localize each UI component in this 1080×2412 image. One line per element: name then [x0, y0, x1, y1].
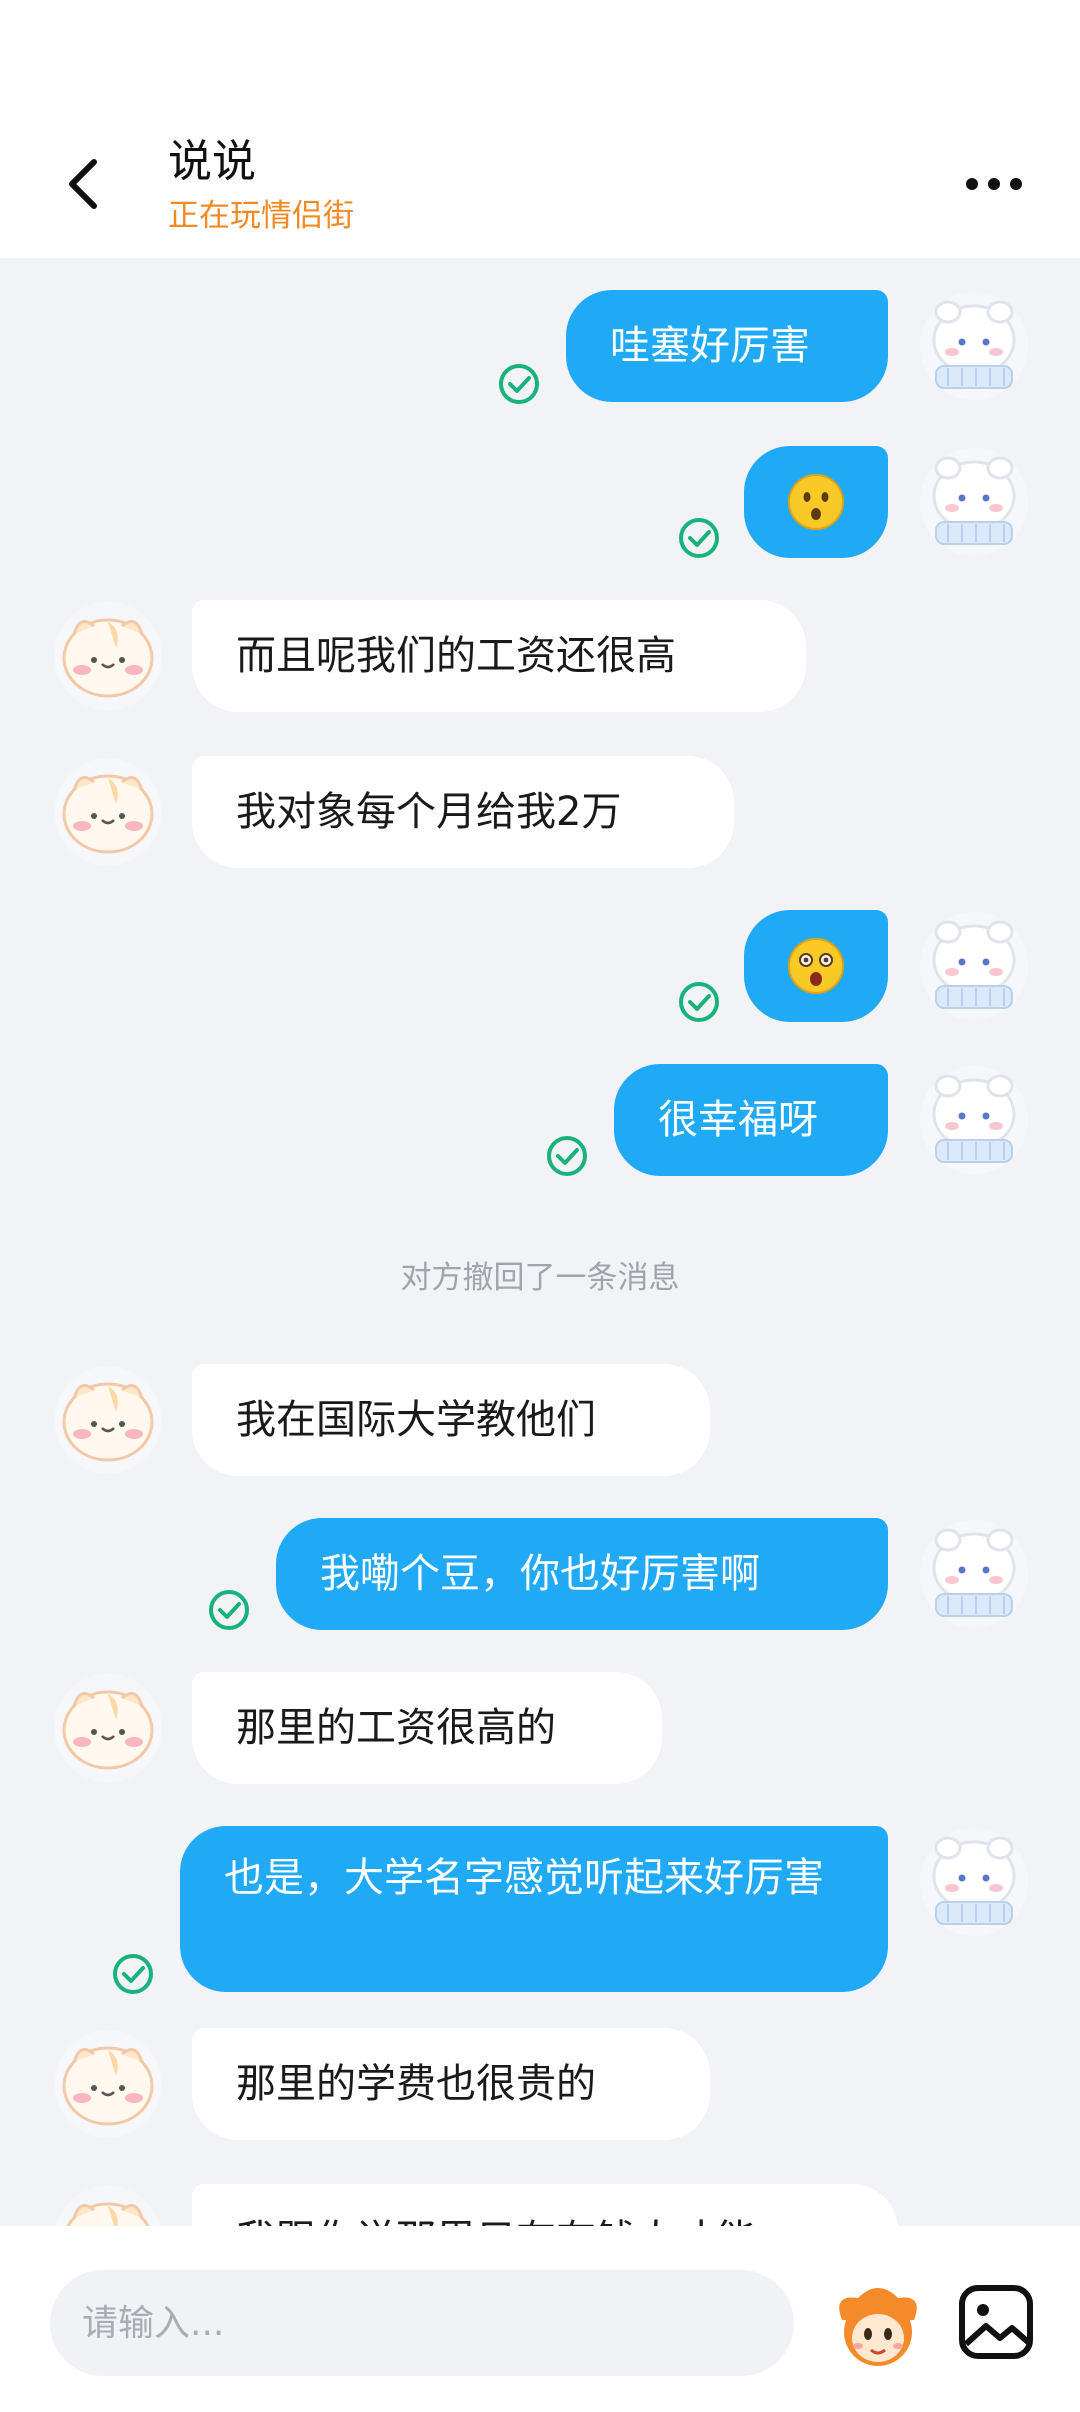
back-button[interactable] — [48, 148, 120, 220]
read-check-icon — [679, 982, 719, 1022]
my-avatar[interactable] — [918, 290, 1030, 402]
hushed-face-icon — [788, 474, 844, 530]
message-text: 也是，大学名字感觉听起来好厉害 — [224, 1855, 824, 1901]
received-message-bubble[interactable]: 而且呢我们的工资还很高 — [192, 600, 806, 712]
back-arrow-icon — [69, 159, 97, 209]
sent-message-bubble[interactable]: 也是，大学名字感觉听起来好厉害 — [180, 1826, 888, 1992]
contact-avatar[interactable] — [52, 600, 164, 712]
read-check-icon — [679, 518, 719, 558]
received-message-bubble[interactable]: 我跟你说那里只有有钱人才能 — [192, 2184, 898, 2226]
message-text: 很幸福呀 — [658, 1097, 818, 1143]
message-text: 那里的工资很高的 — [236, 1705, 556, 1751]
received-message-bubble[interactable]: 那里的工资很高的 — [192, 1672, 662, 1784]
received-message-bubble[interactable]: 我在国际大学教他们 — [192, 1364, 710, 1476]
read-check-icon — [209, 1590, 249, 1630]
my-avatar[interactable] — [918, 910, 1030, 1022]
message-text: 我嘞个豆，你也好厉害啊 — [320, 1551, 760, 1597]
received-message-bubble[interactable]: 我对象每个月给我2万 — [192, 756, 734, 868]
input-bar — [0, 2226, 1080, 2412]
more-dots-icon — [966, 178, 1022, 190]
mascot-sticker-icon[interactable] — [828, 2276, 928, 2376]
contact-avatar[interactable] — [52, 1364, 164, 1476]
my-avatar[interactable] — [918, 1518, 1030, 1630]
message-list[interactable]: 哇塞好厉害 而且呢我们的工资还很高 我对象每个月给我2万 很幸福呀 对方撤回了一… — [0, 258, 1080, 2226]
read-check-icon — [547, 1136, 587, 1176]
message-text: 我对象每个月给我2万 — [236, 789, 622, 835]
recall-notice: 对方撤回了一条消息 — [400, 1260, 680, 1296]
contact-avatar[interactable] — [52, 756, 164, 868]
contact-status: 正在玩情侣街 — [168, 198, 354, 234]
read-check-icon — [499, 364, 539, 404]
my-avatar[interactable] — [918, 1826, 1030, 1938]
contact-avatar[interactable] — [52, 1672, 164, 1784]
contact-avatar[interactable] — [52, 2184, 164, 2226]
sent-emoji-bubble[interactable] — [744, 446, 888, 558]
more-options-button[interactable] — [958, 160, 1030, 208]
message-text: 而且呢我们的工资还很高 — [236, 633, 676, 679]
sent-message-bubble[interactable]: 我嘞个豆，你也好厉害啊 — [276, 1518, 888, 1630]
read-check-icon — [113, 1954, 153, 1994]
sent-message-bubble[interactable]: 哇塞好厉害 — [566, 290, 888, 402]
image-picker-icon[interactable] — [956, 2282, 1036, 2362]
received-message-bubble[interactable]: 那里的学费也很贵的 — [192, 2028, 710, 2140]
message-input[interactable] — [50, 2270, 794, 2376]
sent-emoji-bubble[interactable] — [744, 910, 888, 1022]
contact-avatar[interactable] — [52, 2028, 164, 2140]
my-avatar[interactable] — [918, 446, 1030, 558]
message-text: 那里的学费也很贵的 — [236, 2061, 596, 2107]
chat-header: 说说 正在玩情侣街 — [0, 0, 1080, 258]
astonished-face-icon — [788, 938, 844, 994]
message-text: 我在国际大学教他们 — [236, 1397, 596, 1443]
contact-name: 说说 — [168, 136, 256, 187]
message-text: 我跟你说那里只有有钱人才能 — [236, 2217, 756, 2226]
my-avatar[interactable] — [918, 1064, 1030, 1176]
message-text: 哇塞好厉害 — [610, 323, 810, 369]
sent-message-bubble[interactable]: 很幸福呀 — [614, 1064, 888, 1176]
